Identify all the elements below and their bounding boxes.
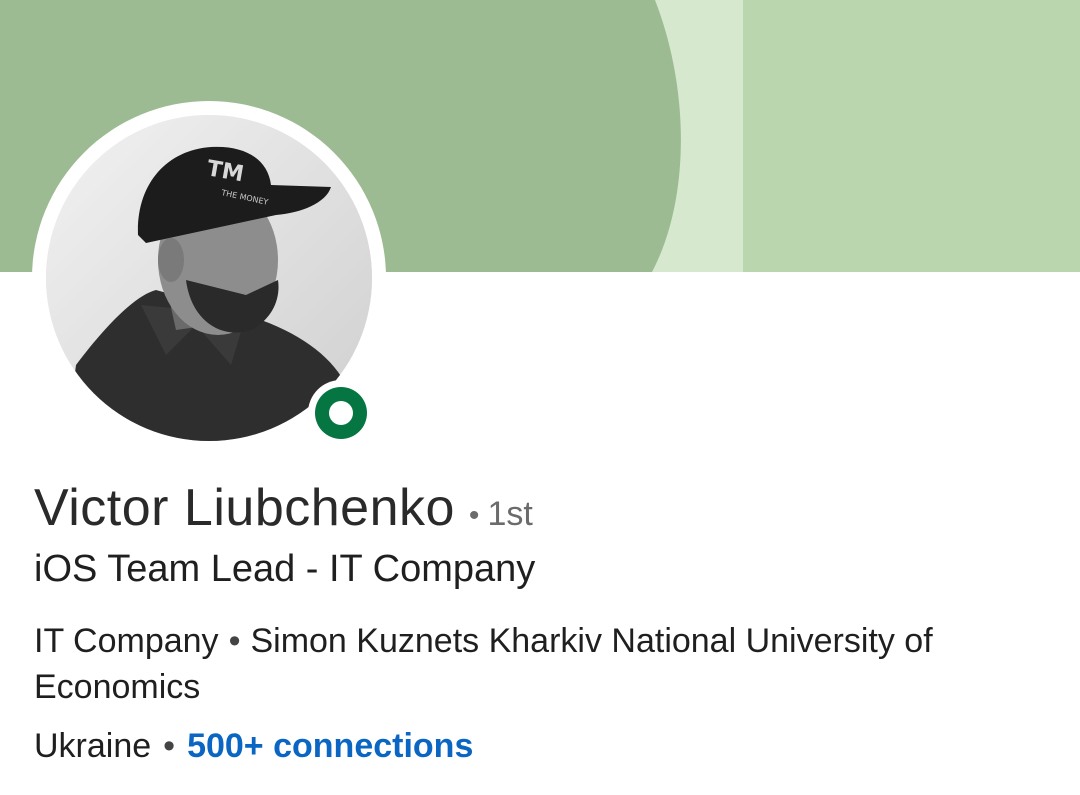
subline-separator: • <box>228 622 241 660</box>
profile-subline: IT Company • Simon Kuznets Kharkiv Nationa… <box>34 618 1044 710</box>
current-company[interactable]: IT Company <box>34 622 219 660</box>
profile-headline: iOS Team Lead - IT Company <box>34 548 536 590</box>
online-status-icon <box>315 387 367 439</box>
degree-separator: • <box>468 499 480 532</box>
connection-degree: 1st <box>487 495 533 533</box>
location-row: Ukraine • 500+ connections <box>34 727 473 766</box>
presence-indicator <box>308 380 374 446</box>
connections-link[interactable]: 500+ connections <box>187 727 473 765</box>
location: Ukraine <box>34 727 152 765</box>
profile-name: Victor Liubchenko <box>34 479 455 537</box>
name-row: Victor Liubchenko • 1st <box>34 478 533 538</box>
location-separator: • <box>163 727 176 765</box>
